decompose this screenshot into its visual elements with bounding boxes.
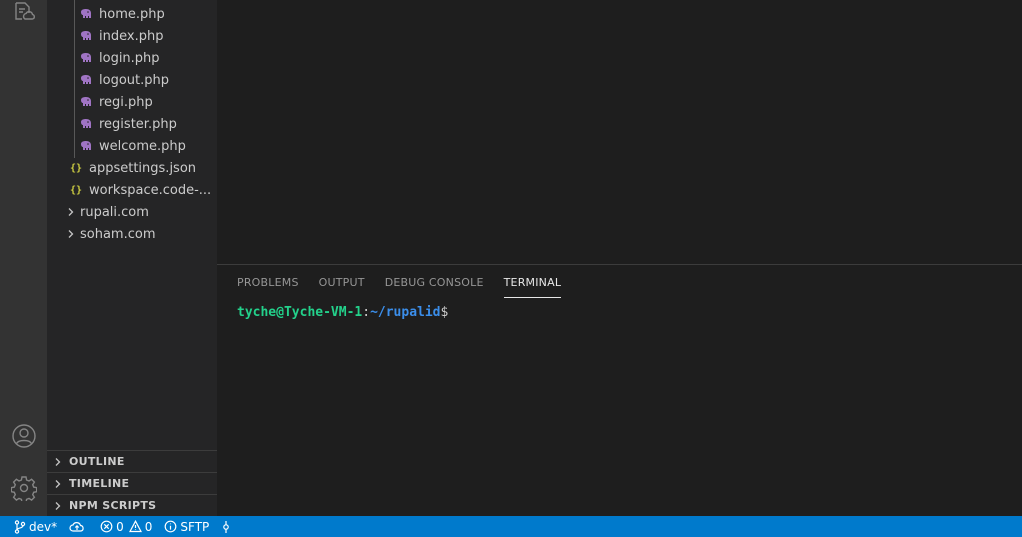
file-index-php[interactable]: index.php [47, 25, 217, 47]
folder-rupali-com[interactable]: rupali.com [47, 201, 217, 223]
file-appsettings-json[interactable]: {} appsettings.json [47, 157, 217, 179]
file-register-php[interactable]: register.php [47, 113, 217, 135]
editor-area[interactable] [217, 0, 1022, 264]
file-label: appsettings.json [89, 160, 197, 176]
chevron-right-icon [55, 479, 61, 488]
file-login-php[interactable]: login.php [47, 47, 217, 69]
file-label: home.php [99, 6, 165, 22]
folder-label: soham.com [80, 226, 156, 242]
git-branch-icon [14, 519, 26, 534]
php-elephant-icon [81, 141, 91, 150]
php-elephant-icon [81, 97, 91, 106]
remote-explorer-icon[interactable] [0, 0, 47, 32]
php-elephant-icon [81, 31, 91, 40]
tab-problems[interactable]: PROBLEMS [237, 265, 299, 299]
file-welcome-php[interactable]: welcome.php [47, 135, 217, 157]
file-label: welcome.php [99, 138, 186, 154]
gear-icon[interactable] [0, 468, 47, 508]
explorer-sidebar: home.php index.php login.php logout.php [47, 0, 217, 516]
folder-label: rupali.com [80, 204, 149, 220]
chevron-right-icon [55, 501, 61, 510]
folder-soham-com[interactable]: soham.com [47, 223, 217, 245]
chevron-right-icon [68, 230, 74, 238]
file-label: index.php [99, 28, 164, 44]
file-home-php[interactable]: home.php [47, 3, 217, 25]
git-commit-item[interactable] [215, 516, 240, 537]
warning-count: 0 [144, 519, 153, 534]
git-branch-item[interactable]: dev* [8, 516, 63, 537]
terminal-colon: : [362, 305, 371, 320]
npm-scripts-panel-header[interactable]: NPM SCRIPTS [47, 494, 217, 516]
info-icon [164, 520, 177, 533]
problems-item[interactable]: 0 0 [94, 516, 158, 537]
status-bar: dev* 0 0 SFTP [0, 516, 1022, 537]
terminal-output[interactable]: tyche@Tyche-VM-1:~/rupalid$ [237, 305, 1022, 320]
cloud-upload-icon [69, 521, 84, 532]
outline-label: OUTLINE [69, 455, 125, 468]
file-label: workspace.code-... [89, 182, 212, 198]
chevron-right-icon [55, 457, 61, 466]
tab-output[interactable]: OUTPUT [319, 265, 365, 299]
terminal-user-host: tyche@Tyche-VM-1 [237, 305, 363, 320]
json-braces-icon: {} [70, 184, 83, 196]
error-icon [100, 520, 113, 533]
chevron-right-icon [68, 208, 74, 216]
git-branch-label: dev* [29, 519, 58, 534]
file-label: login.php [99, 50, 160, 66]
tab-terminal[interactable]: TERMINAL [503, 265, 562, 299]
tab-debug-console[interactable]: DEBUG CONSOLE [385, 265, 484, 299]
account-icon[interactable] [0, 416, 47, 456]
file-label: regi.php [99, 94, 153, 110]
panel-tabs: PROBLEMS OUTPUT DEBUG CONSOLE TERMINAL [237, 265, 561, 299]
timeline-panel-header[interactable]: TIMELINE [47, 472, 217, 494]
php-elephant-icon [81, 9, 91, 18]
activity-bar [0, 0, 47, 516]
outline-panel-header[interactable]: OUTLINE [47, 450, 217, 472]
file-workspace-code-workspace[interactable]: {} workspace.code-... [47, 179, 217, 201]
npm-scripts-label: NPM SCRIPTS [69, 499, 157, 512]
error-count: 0 [116, 519, 124, 534]
sftp-label: SFTP [180, 519, 210, 534]
sftp-item[interactable]: SFTP [158, 516, 215, 537]
php-elephant-icon [81, 53, 91, 62]
file-logout-php[interactable]: logout.php [47, 69, 217, 91]
sync-item[interactable] [63, 516, 94, 537]
json-braces-icon: {} [70, 162, 83, 174]
file-label: register.php [99, 116, 177, 132]
terminal-prompt: $ [440, 305, 449, 320]
terminal-path: ~/rupalid [370, 305, 441, 320]
php-elephant-icon [81, 119, 91, 128]
bottom-panel: PROBLEMS OUTPUT DEBUG CONSOLE TERMINAL t… [217, 264, 1022, 516]
file-regi-php[interactable]: regi.php [47, 91, 217, 113]
git-commit-icon [223, 520, 230, 533]
file-label: logout.php [99, 72, 169, 88]
vscode-window: home.php index.php login.php logout.php [0, 0, 1022, 537]
timeline-label: TIMELINE [69, 477, 130, 490]
warning-icon [128, 520, 142, 533]
php-elephant-icon [81, 75, 91, 84]
